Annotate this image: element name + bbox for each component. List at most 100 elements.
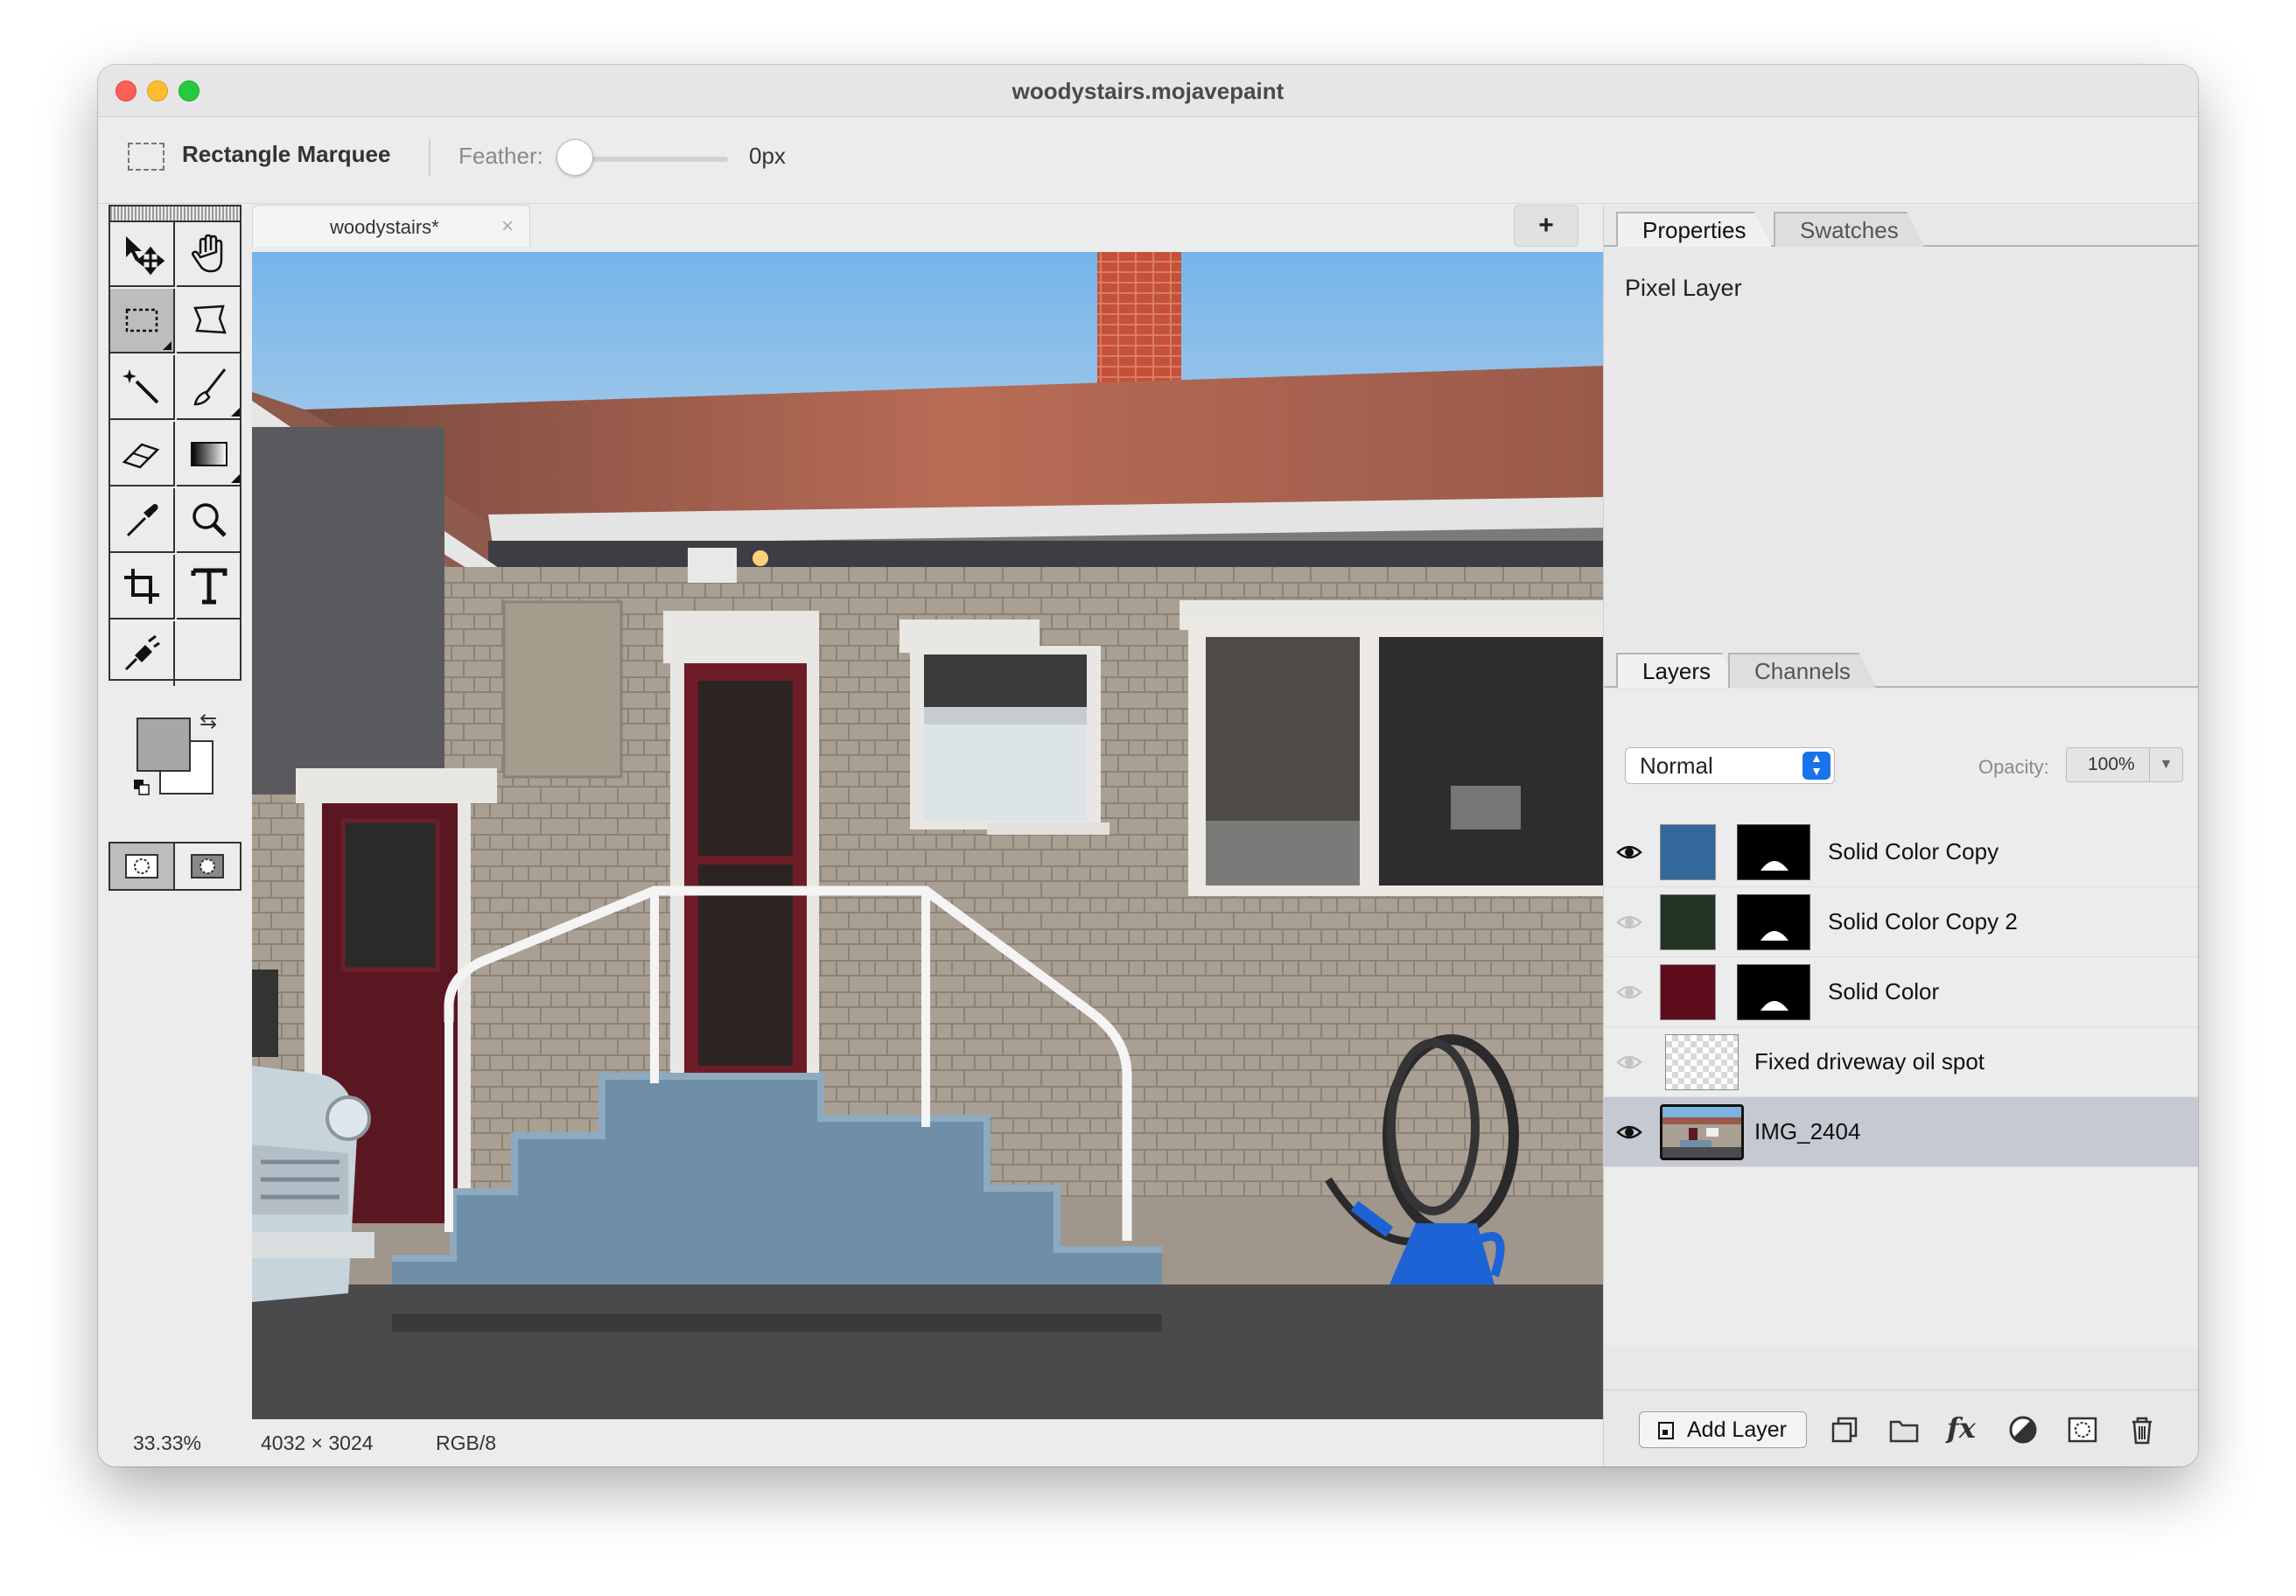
tool-group-indicator <box>163 341 172 350</box>
feather-label: Feather: <box>458 143 543 169</box>
image-canvas[interactable] <box>252 252 1603 1419</box>
zoom-tool[interactable] <box>177 488 242 553</box>
mask-shape <box>1760 931 1788 941</box>
layer-mask-thumbnail <box>1737 894 1810 950</box>
quick-mask-mode-icon <box>191 854 224 878</box>
quick-mask-toggle <box>108 842 242 891</box>
feather-slider[interactable] <box>570 157 728 162</box>
chevron-down-icon[interactable]: ▼ <box>2149 748 2182 781</box>
text-tool[interactable] <box>177 555 242 620</box>
blend-mode-select[interactable]: Normal ▲ ▼ <box>1625 747 1835 784</box>
tool-group-indicator <box>231 474 240 483</box>
color-mode: RGB/8 <box>436 1432 497 1454</box>
gradient-tool[interactable] <box>177 422 242 486</box>
layer-row[interactable]: Solid Color Copy <box>1604 817 2198 887</box>
move-tool[interactable] <box>110 222 175 287</box>
magic-wand-tool[interactable] <box>110 355 175 420</box>
lasso-icon <box>193 304 227 334</box>
transparent-layer-thumbnail <box>1665 1034 1739 1090</box>
mask-shape <box>1760 1001 1788 1011</box>
clone-stamp-icon <box>124 634 160 671</box>
layers-tab-row: Layers Channels <box>1604 646 2198 688</box>
brush-icon <box>193 368 227 406</box>
duplicate-layer-icon[interactable] <box>1828 1413 1861 1446</box>
new-tab-button[interactable]: + <box>1514 205 1578 247</box>
image-dimensions: 4032 × 3024 <box>261 1432 374 1454</box>
layer-name: IMG_2404 <box>1754 1118 1861 1144</box>
toolbox-grip[interactable] <box>110 206 240 222</box>
mask-shape <box>1760 861 1788 871</box>
opacity-label: Opacity: <box>1978 756 2049 778</box>
rectangle-marquee-tool[interactable] <box>110 289 175 354</box>
photo-thumbnail-image <box>1662 1107 1741 1158</box>
tab-layers[interactable]: Layers <box>1616 653 1738 688</box>
opacity-field[interactable]: 100% ▼ <box>2066 747 2183 782</box>
chevron-updown-icon: ▲ ▼ <box>1802 752 1830 780</box>
title-bar: woodystairs.mojavepaint <box>98 65 2198 117</box>
layer-mask-thumbnail <box>1737 824 1810 880</box>
tab-channels[interactable]: Channels <box>1728 653 1877 688</box>
eraser-tool[interactable] <box>110 422 175 486</box>
document-tab-label: woodystairs* <box>330 216 439 238</box>
eye-icon[interactable] <box>1616 910 1642 934</box>
layer-color-thumbnail <box>1660 824 1716 880</box>
eye-icon[interactable] <box>1616 1050 1642 1074</box>
quick-mask-mode-button[interactable] <box>175 844 240 889</box>
layer-mask-icon[interactable] <box>2066 1413 2099 1446</box>
properties-content: Pixel Layer <box>1625 275 1742 301</box>
layer-color-thumbnail <box>1660 964 1716 1020</box>
options-divider <box>429 139 430 176</box>
eyedropper-tool[interactable] <box>110 488 175 553</box>
folder-icon[interactable] <box>1887 1413 1921 1446</box>
photo-layer-thumbnail <box>1660 1104 1744 1160</box>
swap-colors-icon[interactable]: ⇆ <box>200 709 217 734</box>
add-layer-label: Add Layer <box>1687 1418 1787 1442</box>
layer-name: Solid Color <box>1828 978 1940 1004</box>
brush-tool[interactable] <box>177 355 242 420</box>
app-window: woodystairs.mojavepaint Rectangle Marque… <box>98 65 2198 1466</box>
opacity-value: 100% <box>2088 754 2135 774</box>
default-colors-icon[interactable] <box>133 779 150 796</box>
layers-action-bar: Add Layer fx <box>1604 1390 2198 1466</box>
layer-row[interactable]: Solid Color Copy 2 <box>1604 887 2198 957</box>
tab-swatches[interactable]: Swatches <box>1774 212 1925 247</box>
eye-icon[interactable] <box>1616 1120 1642 1144</box>
foreground-color-swatch[interactable] <box>136 718 191 772</box>
crop-tool[interactable] <box>110 555 175 620</box>
standard-mode-icon <box>125 854 158 878</box>
feather-slider-knob[interactable] <box>556 139 593 176</box>
layer-color-thumbnail <box>1660 894 1716 950</box>
empty-tool-slot <box>177 621 242 686</box>
eye-icon[interactable] <box>1616 840 1642 864</box>
layer-row[interactable]: Solid Color <box>1604 957 2198 1027</box>
layer-name: Fixed driveway oil spot <box>1754 1048 1984 1074</box>
clone-tool[interactable] <box>110 621 175 686</box>
tab-properties[interactable]: Properties <box>1616 212 1773 247</box>
move-icon <box>126 236 164 276</box>
standard-mode-button[interactable] <box>110 844 175 889</box>
window-title: woodystairs.mojavepaint <box>1012 78 1284 104</box>
layer-row[interactable]: Fixed driveway oil spot <box>1604 1027 2198 1097</box>
photo-image <box>252 252 1603 1419</box>
status-bar: 33.33% 4032 × 3024 RGB/8 <box>98 1419 1603 1466</box>
add-layer-button[interactable]: Add Layer <box>1639 1411 1807 1448</box>
fx-icon[interactable]: fx <box>1947 1413 1980 1446</box>
magnifier-icon <box>192 503 227 537</box>
eyedropper-icon <box>126 504 158 537</box>
options-bar: Rectangle Marquee Feather: 0px <box>98 118 2198 204</box>
text-icon <box>191 568 228 605</box>
close-tab-icon[interactable]: × <box>501 214 514 239</box>
adjustment-icon[interactable] <box>2006 1413 2040 1446</box>
document-tab[interactable]: woodystairs* × <box>252 205 530 247</box>
feather-value: 0px <box>749 143 786 169</box>
properties-tab-row: Properties Swatches <box>1604 205 2198 247</box>
hand-tool[interactable] <box>177 222 242 287</box>
layer-row-selected[interactable]: IMG_2404 <box>1604 1097 2198 1167</box>
eye-icon[interactable] <box>1616 980 1642 1004</box>
magic-wand-icon <box>122 369 159 404</box>
layer-name: Solid Color Copy <box>1828 838 1999 864</box>
toolbox <box>108 205 242 686</box>
lasso-tool[interactable] <box>177 289 242 354</box>
zoom-level[interactable]: 33.33% <box>133 1432 201 1455</box>
trash-icon[interactable] <box>2125 1413 2159 1446</box>
